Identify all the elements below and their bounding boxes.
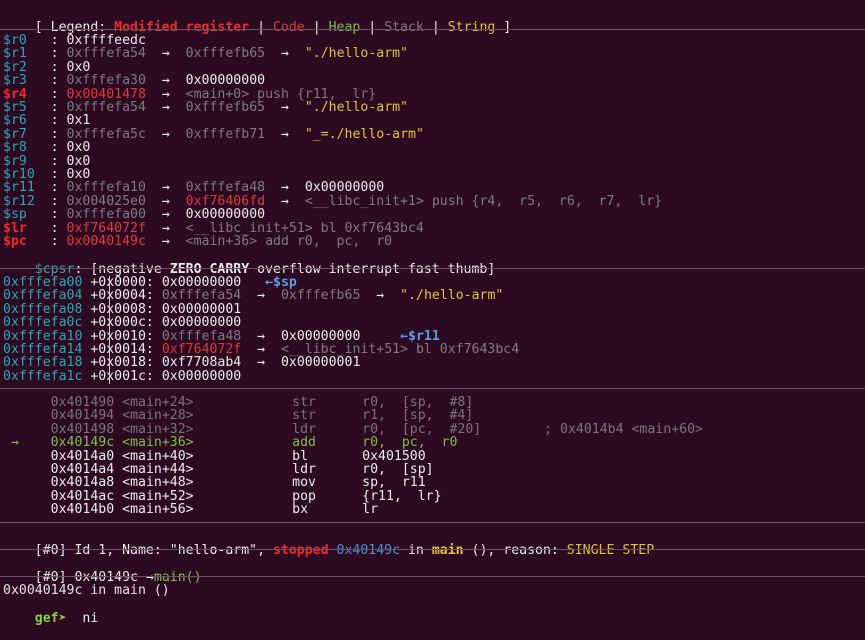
legend-stack: Stack — [384, 20, 424, 35]
arrow-icon: → — [280, 46, 289, 62]
register-row: $pc : 0x0040149c → <main+36> add r0, pc,… — [3, 235, 392, 249]
gef-prompt: gef➤ — [34, 611, 67, 626]
stack-separator — [109, 276, 110, 384]
code-row: 0x4014b0 <main+56> bx lr — [3, 503, 544, 517]
thread-func: main — [431, 543, 464, 558]
legend-code: Code — [272, 20, 305, 35]
cpsr-line: $cpsr: [negative ZERO CARRY overflow int… — [3, 249, 496, 277]
instruction-operands: {r11, lr} — [362, 488, 442, 504]
legend-sep: | — [304, 20, 329, 35]
register-name: $pc — [3, 234, 35, 249]
legend-line: [ Legend: Modified register | Code | Hea… — [3, 7, 511, 35]
legend-string: String — [447, 20, 496, 35]
trace-line: [#0] 0x40149c →main() — [3, 557, 202, 585]
thread-in: in — [400, 543, 432, 558]
stack-address: 0xfffefa1c — [3, 368, 83, 384]
arrow-icon: → — [280, 193, 289, 209]
register-value: 0x0040149c — [66, 234, 146, 249]
dereference-value: "./hello-arm" — [304, 46, 409, 62]
legend-sep: | — [423, 20, 448, 35]
dereference-value: <__libc_init+1> push {r4, r5, r6, r7, lr… — [304, 193, 663, 209]
dereference-value: <main+36> add r0, pc, r0 — [185, 234, 393, 249]
instruction-comment: ; 0x4014b4 <main+60> — [544, 421, 703, 437]
dereference-value: 0xfffefb65 — [185, 46, 266, 62]
stack-value: 0x00000000 — [161, 368, 242, 384]
divider — [0, 549, 865, 550]
instruction-operands: lr — [362, 502, 379, 518]
thread-index: [#0] — [34, 543, 67, 558]
divider — [0, 522, 865, 523]
instruction-symbol: <main+56> — [122, 502, 194, 518]
arrow-icon: → — [280, 126, 289, 142]
dereference-value: 0xfffefb65 — [280, 288, 361, 304]
thread-state: stopped — [272, 543, 329, 558]
status-line: 0x0040149c in main () — [3, 583, 170, 598]
command-input[interactable]: ni — [67, 611, 98, 626]
dereference-value: 0xfffefb71 — [185, 126, 266, 142]
legend-close: ] — [495, 20, 512, 35]
dereference-value: "_=./hello-arm" — [304, 126, 424, 142]
divider — [0, 29, 865, 30]
gef-terminal: [ Legend: Modified register | Code | Hea… — [0, 0, 865, 626]
dereference-value: 0x00000001 — [280, 355, 361, 371]
legend-sep: | — [360, 20, 385, 35]
thread-text: (), reason: — [463, 543, 567, 558]
arrow-icon: → — [257, 288, 266, 304]
arrow-icon: → — [161, 234, 170, 249]
arrow-icon: → — [257, 355, 266, 371]
arrow-icon: → — [280, 100, 289, 115]
thread-space — [329, 543, 337, 558]
thread-sep: , — [257, 543, 273, 558]
divider — [0, 268, 865, 269]
divider — [0, 388, 865, 389]
dereference-value: "./hello-arm" — [304, 100, 409, 115]
prompt-line[interactable]: gef➤ ni — [3, 598, 99, 626]
thread-name: "hello-arm" — [169, 543, 258, 558]
register-colon: : — [34, 234, 67, 249]
thread-line: [#0] Id 1, Name: "hello-arm", stopped 0x… — [3, 530, 654, 558]
legend-heap: Heap — [328, 20, 361, 35]
divider — [0, 576, 865, 577]
arrow-icon: → — [161, 46, 170, 62]
thread-reason: SINGLE STEP — [566, 543, 655, 558]
instruction-address: 0x4014b0 — [50, 502, 115, 518]
arrow-icon: → — [161, 100, 170, 115]
stack-offset: +0x001c: — [90, 368, 154, 384]
stack-row: 0xfffefa1c +0x001c: 0x00000000 — [3, 368, 242, 384]
instruction-mnemonic: bx — [292, 502, 309, 518]
arrow-icon: → — [161, 126, 170, 142]
thread-addr: 0x40149c — [336, 543, 401, 558]
dereference-value: 0xfffefb65 — [185, 100, 266, 115]
thread-text: Id 1, Name: — [66, 543, 170, 558]
dereference-value: "./hello-arm" — [400, 288, 504, 304]
legend-sep: | — [249, 20, 273, 35]
